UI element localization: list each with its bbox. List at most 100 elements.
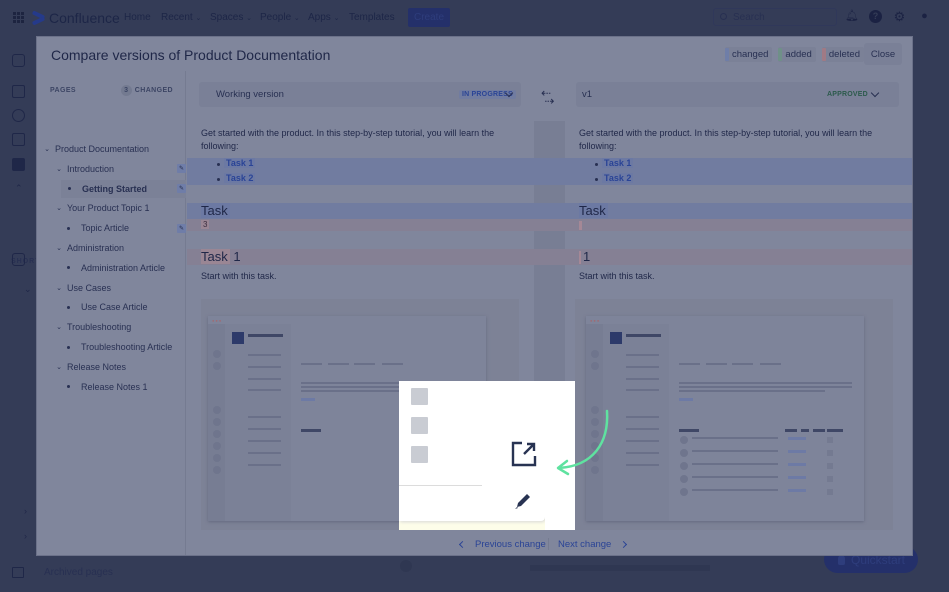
- next-change-button[interactable]: Next change: [558, 539, 628, 550]
- chevron-right-icon[interactable]: ›: [24, 531, 27, 541]
- heading-rest-text: 1: [229, 249, 241, 264]
- legend-added: added: [778, 47, 816, 62]
- chevron-down-icon: [870, 88, 880, 98]
- tree-item-label: Product Documentation: [55, 144, 150, 154]
- settings-icon[interactable]: [12, 109, 25, 122]
- thumb-line: [626, 389, 659, 391]
- pencil-edit-icon[interactable]: [514, 492, 532, 510]
- tree-item[interactable]: ⌄ Introduction ✎: [37, 160, 186, 178]
- tree-item[interactable]: ⌄ Administration: [37, 239, 186, 257]
- notifications-icon[interactable]: 🔔︎: [845, 10, 859, 23]
- help-icon[interactable]: ?: [869, 10, 882, 23]
- nav-home[interactable]: Home: [124, 12, 151, 23]
- blog-icon[interactable]: [12, 158, 25, 171]
- deleted-band: [565, 219, 912, 231]
- embedded-screenshot: ●●●: [586, 316, 864, 521]
- thumb-dot: [213, 406, 221, 414]
- legend-label: changed: [731, 49, 769, 60]
- chevron-down-icon[interactable]: ⌄: [55, 165, 63, 173]
- space-sidebar: ⌃ SHORTCUTS ⌄ › ›: [0, 36, 63, 592]
- search-icon: [720, 13, 727, 20]
- profile-avatar-icon[interactable]: ●: [918, 10, 931, 23]
- tree-item[interactable]: Administration Article: [37, 259, 186, 277]
- tree-item[interactable]: ⌄ Use Cases: [37, 279, 186, 297]
- thumb-avatar: [680, 436, 688, 444]
- tree-item-label: Administration Article: [81, 262, 166, 273]
- changed-count: 3 CHANGED: [120, 85, 173, 96]
- page-tree-icon[interactable]: [12, 253, 25, 266]
- task-1-link[interactable]: Task 1: [224, 158, 256, 168]
- nav-people[interactable]: People ⌄: [260, 12, 300, 23]
- open-external-icon[interactable]: [511, 441, 537, 467]
- thumb-square: [827, 450, 833, 456]
- chevron-down-icon[interactable]: ⌄: [43, 145, 51, 153]
- nav-spaces[interactable]: Spaces ⌄: [210, 12, 252, 23]
- thumb-tab: [706, 363, 727, 365]
- task-1-link[interactable]: Task 1: [602, 158, 634, 168]
- nav-recent[interactable]: Recent ⌄: [161, 12, 201, 23]
- chevron-down-icon[interactable]: ⌄: [55, 204, 63, 212]
- pointer-arrow-icon: [556, 409, 609, 476]
- tree-item[interactable]: ⌄ Release Notes: [37, 358, 186, 376]
- tree-item-label: Release Notes 1: [81, 381, 148, 392]
- tree-item[interactable]: Release Notes 1: [37, 378, 186, 396]
- tree-item-label: Your Product Topic 1: [67, 203, 150, 214]
- nav-apps[interactable]: Apps ⌄: [308, 12, 339, 23]
- chevron-down-icon[interactable]: ⌄: [55, 363, 63, 371]
- thumb-dot: [213, 362, 221, 370]
- tree-item[interactable]: Troubleshooting Article: [37, 338, 186, 356]
- thumb-dot: [213, 442, 221, 450]
- chevron-down-icon[interactable]: ⌄: [55, 244, 63, 252]
- confluence-logo-icon: [32, 12, 45, 24]
- thumb-dot: [213, 418, 221, 426]
- chevron-up-icon[interactable]: ⌃: [15, 183, 23, 194]
- swap-versions-icon[interactable]: ⇠ ⇢: [541, 87, 554, 107]
- previous-change-button[interactable]: Previous change: [458, 539, 546, 550]
- tree-item[interactable]: Getting Started ✎: [61, 179, 186, 198]
- chevron-down-icon[interactable]: ⌄: [24, 284, 32, 295]
- overview-icon[interactable]: [12, 85, 25, 98]
- create-button[interactable]: Create: [408, 8, 450, 27]
- tree-item[interactable]: ⌄ Product Documentation: [37, 140, 186, 158]
- nav-templates[interactable]: Templates: [349, 12, 395, 23]
- thumb-avatar: [680, 488, 688, 496]
- gutter-band: [534, 249, 565, 265]
- archived-pages-link[interactable]: Archived pages: [12, 567, 113, 578]
- gutter-band: [534, 158, 565, 185]
- left-version-select[interactable]: Working version IN PROGRESS: [199, 82, 521, 107]
- thumb-dot: [213, 466, 221, 474]
- thumb-tab: [760, 363, 781, 365]
- heading-text: Task: [201, 203, 230, 218]
- tree-item-label: Use Cases: [67, 282, 112, 293]
- space-logo-icon[interactable]: [12, 54, 25, 67]
- thumb-square: [827, 476, 833, 482]
- task-2-link[interactable]: Task 2: [602, 173, 634, 183]
- tree-item[interactable]: ⌄ Your Product Topic 1: [37, 199, 186, 217]
- thumb-link: [679, 398, 693, 401]
- thumb-logo: [610, 332, 622, 344]
- chevron-down-icon[interactable]: ⌄: [55, 284, 63, 292]
- lightbulb-icon: [838, 554, 845, 565]
- settings-icon[interactable]: ⚙︎: [893, 10, 906, 23]
- thumb-line: [626, 334, 661, 337]
- thumb-line: [692, 437, 778, 439]
- thumb-line: [626, 452, 659, 454]
- right-version-select[interactable]: v1 APPROVED: [576, 82, 899, 107]
- tree-item[interactable]: Topic Article ✎: [37, 219, 186, 237]
- tree-item[interactable]: ⌄ Troubleshooting: [37, 318, 186, 336]
- thumb-line: [248, 378, 281, 380]
- pages-icon[interactable]: [12, 133, 25, 146]
- chevron-right-icon[interactable]: ›: [24, 506, 27, 516]
- tree-item[interactable]: Use Case Article: [37, 298, 186, 316]
- confluence-logo[interactable]: Confluence: [32, 10, 120, 26]
- search-input[interactable]: Search: [713, 8, 837, 26]
- background-fragment: [400, 560, 412, 572]
- thumb-line: [692, 450, 778, 452]
- chevron-down-icon[interactable]: ⌄: [55, 323, 63, 331]
- app-switcher-icon[interactable]: [13, 12, 24, 23]
- close-button[interactable]: Close: [864, 43, 902, 65]
- task-2-link[interactable]: Task 2: [224, 173, 256, 183]
- thumb-line: [679, 386, 852, 388]
- changed-count-badge: 3: [120, 85, 132, 96]
- thumb-line: [679, 382, 852, 384]
